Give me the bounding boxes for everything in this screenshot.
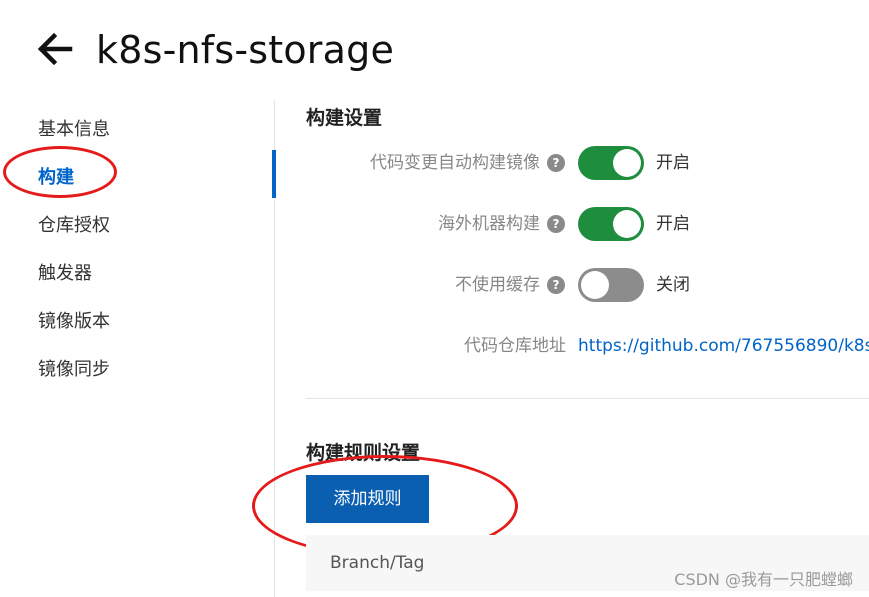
sidebar-item-build[interactable]: 构建 xyxy=(38,162,74,194)
no-cache-toggle[interactable] xyxy=(578,268,644,302)
build-rules-title: 构建规则设置 xyxy=(306,442,421,464)
back-arrow-icon[interactable] xyxy=(34,28,76,70)
toggle-knob xyxy=(613,149,641,177)
help-icon[interactable]: ? xyxy=(547,276,565,294)
toggle-knob xyxy=(613,210,641,238)
no-cache-label: 不使用缓存 xyxy=(455,275,540,295)
repo-address-link[interactable]: https://github.com/767556890/k8s-nfs-sto… xyxy=(578,332,869,360)
section-divider xyxy=(306,398,869,399)
overseas-build-label: 海外机器构建 xyxy=(438,214,540,234)
overseas-build-state: 开启 xyxy=(656,214,690,234)
column-branch-tag: Branch/Tag xyxy=(330,553,425,573)
auto-build-toggle[interactable] xyxy=(578,146,644,180)
auto-build-state: 开启 xyxy=(656,153,690,173)
sidebar-item-repo-auth[interactable]: 仓库授权 xyxy=(38,210,110,242)
active-indicator xyxy=(272,150,276,198)
watermark: CSDN @我有一只肥螳螂 xyxy=(674,570,853,589)
sidebar-item-image-versions[interactable]: 镜像版本 xyxy=(38,306,110,338)
toggle-knob xyxy=(581,271,609,299)
repo-address-label: 代码仓库地址 xyxy=(464,336,566,356)
sidebar: 基本信息 构建 仓库授权 触发器 镜像版本 镜像同步 xyxy=(0,100,274,597)
sidebar-item-image-sync[interactable]: 镜像同步 xyxy=(38,354,110,386)
build-settings-title: 构建设置 xyxy=(306,107,383,129)
add-rule-button[interactable]: 添加规则 xyxy=(306,475,429,523)
page-title: k8s-nfs-storage xyxy=(96,28,395,72)
sidebar-item-triggers[interactable]: 触发器 xyxy=(38,258,92,290)
page-header: k8s-nfs-storage xyxy=(0,0,869,100)
sidebar-item-basic-info[interactable]: 基本信息 xyxy=(38,114,110,146)
auto-build-label: 代码变更自动构建镜像 xyxy=(370,153,540,173)
help-icon[interactable]: ? xyxy=(547,154,565,172)
no-cache-state: 关闭 xyxy=(656,275,690,295)
overseas-build-toggle[interactable] xyxy=(578,207,644,241)
help-icon[interactable]: ? xyxy=(547,215,565,233)
